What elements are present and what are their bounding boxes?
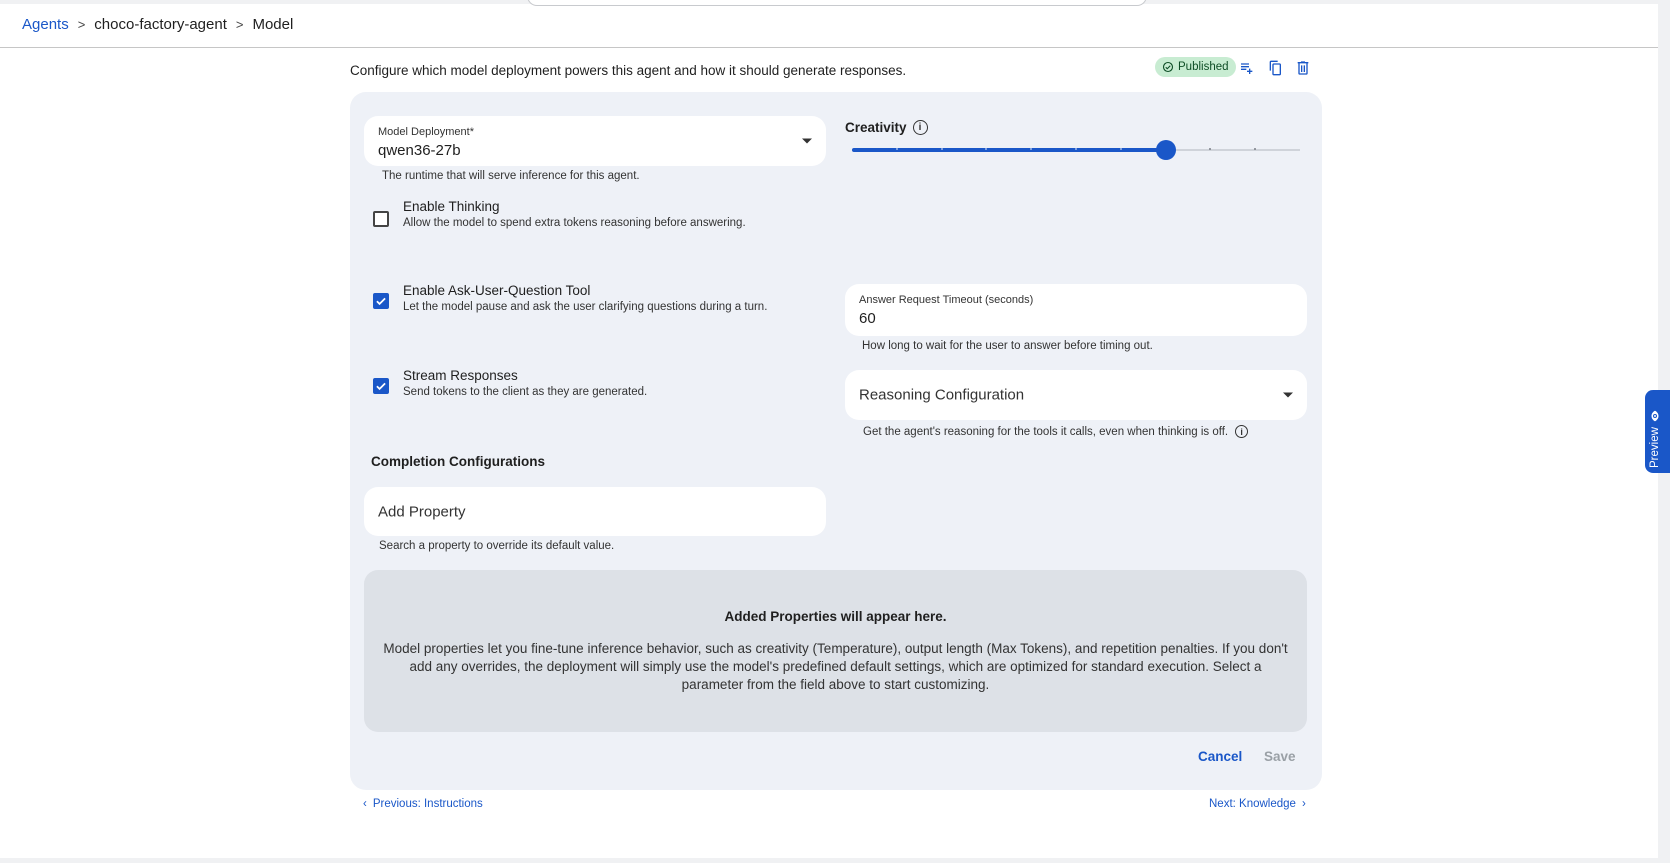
completion-section-title: Completion Configurations: [371, 454, 545, 469]
next-step-link[interactable]: Next: Knowledge ›: [1209, 798, 1306, 810]
stream-responses-title: Stream Responses: [403, 368, 518, 383]
slider-tick: [1119, 148, 1122, 150]
answer-timeout-help: How long to wait for the user to answer …: [862, 340, 1153, 352]
breadcrumb-agent[interactable]: choco-factory-agent: [94, 16, 227, 33]
save-button[interactable]: Save: [1264, 749, 1296, 764]
preview-label: Preview: [1649, 427, 1661, 468]
enable-ask-user-description: Let the model pause and ask the user cla…: [403, 301, 768, 313]
page-description: Configure which model deployment powers …: [350, 63, 907, 78]
cancel-button[interactable]: Cancel: [1198, 749, 1242, 764]
dropdown-arrow-icon: [802, 138, 812, 144]
add-property-placeholder: Add Property: [378, 503, 466, 520]
status-badge: Published: [1155, 57, 1236, 77]
playlist-add-icon[interactable]: [1238, 59, 1256, 77]
model-deployment-select[interactable]: Model Deployment* qwen36-27b: [364, 116, 826, 166]
reasoning-config-placeholder: Reasoning Configuration: [859, 386, 1025, 404]
header-divider: [0, 47, 1658, 48]
eye-icon: [1651, 410, 1659, 422]
creativity-slider-thumb[interactable]: [1155, 140, 1176, 160]
reasoning-config-select[interactable]: Reasoning Configuration: [845, 370, 1307, 420]
add-property-help: Search a property to override its defaul…: [379, 540, 615, 552]
added-properties-empty-state: Added Properties will appear here. Model…: [364, 570, 1307, 732]
enable-thinking-description: Allow the model to spend extra tokens re…: [403, 217, 746, 229]
creativity-label-group: Creativity i: [845, 120, 928, 135]
stream-responses-description: Send tokens to the client as they are ge…: [403, 386, 648, 398]
creativity-slider-fill: [852, 148, 1166, 152]
copy-icon[interactable]: [1266, 59, 1284, 77]
empty-state-text: Model properties let you fine-tune infer…: [383, 641, 1288, 692]
breadcrumb: Agents > choco-factory-agent > Model: [22, 16, 293, 33]
page: Agents > choco-factory-agent > Model Con…: [0, 0, 1658, 858]
add-property-input[interactable]: Add Property: [364, 487, 826, 536]
preview-tab-content: Preview: [1649, 410, 1661, 468]
answer-timeout-label: Answer Request Timeout (seconds): [859, 294, 1034, 306]
next-step-label: Next: Knowledge: [1209, 798, 1296, 810]
status-badge-label: Published: [1178, 61, 1229, 73]
previous-step-label: Previous: Instructions: [372, 798, 483, 810]
enable-ask-user-title: Enable Ask-User-Question Tool: [403, 283, 591, 298]
preview-tab[interactable]: Preview: [1645, 390, 1670, 473]
stream-responses-checkbox[interactable]: [373, 378, 389, 394]
model-deployment-help: The runtime that will serve inference fo…: [382, 170, 640, 182]
reasoning-config-help: Get the agent's reasoning for the tools …: [863, 425, 1229, 438]
model-deployment-label: Model Deployment*: [378, 126, 474, 138]
enable-thinking-checkbox[interactable]: [373, 211, 389, 227]
dropdown-arrow-icon: [1283, 392, 1293, 398]
slider-tick: [895, 148, 898, 150]
slider-tick: [1209, 148, 1212, 150]
slider-tick: [1254, 148, 1257, 150]
breadcrumb-separator: >: [77, 17, 86, 32]
slider-tick: [1075, 148, 1077, 150]
answer-timeout-field[interactable]: Answer Request Timeout (seconds) 60: [845, 284, 1307, 336]
chevron-right-icon: ›: [1301, 798, 1306, 810]
delete-icon[interactable]: [1294, 59, 1312, 77]
check-circle-icon: [1162, 61, 1174, 73]
breadcrumb-current: Model: [252, 16, 294, 33]
enable-ask-user-checkbox[interactable]: [373, 293, 389, 309]
previous-step-link[interactable]: ‹ Previous: Instructions: [363, 798, 483, 810]
breadcrumb-separator: >: [235, 17, 244, 32]
answer-timeout-value: 60: [859, 310, 876, 327]
enable-thinking-title: Enable Thinking: [403, 199, 500, 214]
chevron-left-icon: ‹: [363, 798, 367, 810]
breadcrumb-agents-link[interactable]: Agents: [22, 16, 69, 33]
model-deployment-value: qwen36-27b: [378, 142, 461, 159]
top-tab-edge: [527, 0, 1147, 6]
creativity-slider[interactable]: [852, 140, 1300, 160]
info-icon[interactable]: i: [1235, 425, 1249, 438]
info-icon[interactable]: i: [912, 120, 928, 135]
model-config-card: Model Deployment* qwen36-27b The runtime…: [350, 92, 1322, 790]
creativity-label: Creativity: [845, 120, 907, 135]
reasoning-config-help-row: Get the agent's reasoning for the tools …: [863, 425, 1249, 438]
empty-state-title: Added Properties will appear here.: [724, 609, 947, 624]
slider-tick: [940, 148, 943, 150]
